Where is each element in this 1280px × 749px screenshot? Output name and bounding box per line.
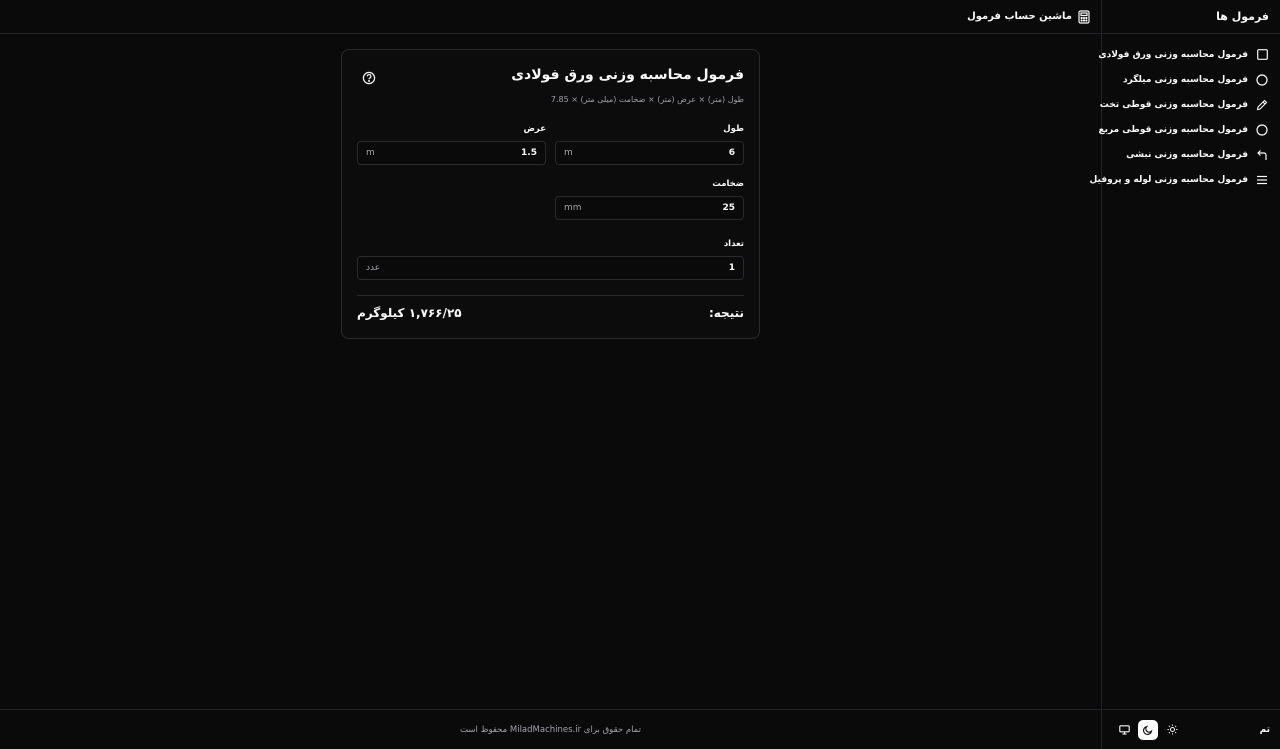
- theme-dark-button[interactable]: [1138, 719, 1158, 740]
- page-footer: تمام حقوق برای MiladMachines.ir محفوظ اس…: [0, 709, 1101, 749]
- calculator-icon: [1078, 9, 1090, 24]
- sidebar-item-square-box[interactable]: فرمول محاسبه وزنی قوطی مربع: [1098, 117, 1280, 142]
- theme-switch: [1114, 719, 1182, 740]
- sidebar-item-pipe-profile[interactable]: فرمول محاسبه وزنی لوله و پروفیل: [1090, 167, 1280, 192]
- result-divider: [357, 295, 744, 296]
- theme-label: تم: [1259, 724, 1270, 735]
- thickness-unit: mm: [564, 203, 582, 213]
- length-label: طول: [723, 124, 744, 134]
- count-unit: عدد: [366, 263, 381, 273]
- formula-subtitle: طول (متر) × عرض (متر) × ضخامت (میلی متر)…: [550, 95, 744, 104]
- calculator-card: فرمول محاسبه وزنی ورق فولادی طول (متر) ×…: [341, 49, 760, 339]
- sidebar-item-label: فرمول محاسبه وزنی نبشی: [1126, 149, 1248, 160]
- square-icon: [1256, 49, 1268, 61]
- sidebar-footer: تم: [1102, 709, 1280, 749]
- sidebar-title: فرمول ها: [1102, 0, 1280, 34]
- width-label: عرض: [523, 124, 546, 134]
- monitor-icon: [1118, 724, 1130, 735]
- sidebar-item-label: فرمول محاسبه وزنی ورق فولادی: [1098, 49, 1248, 60]
- pen-icon: [1256, 99, 1268, 111]
- moon-icon: [1143, 725, 1153, 735]
- sidebar-item-angle[interactable]: فرمول محاسبه وزنی نبشی: [1102, 142, 1280, 167]
- menu-lines-icon: [1256, 174, 1268, 186]
- thickness-input[interactable]: 25 mm: [555, 196, 744, 220]
- sidebar: فرمول ها فرمول محاسبه وزنی ورق فولادی فر…: [1090, 0, 1280, 749]
- sidebar-item-label: فرمول محاسبه وزنی قوطی مربع: [1098, 124, 1248, 135]
- top-header: ماشین حساب فرمول: [0, 0, 1101, 34]
- count-label: تعداد: [723, 239, 744, 249]
- width-input[interactable]: 1.5 m: [357, 141, 546, 165]
- width-unit: m: [366, 148, 375, 158]
- length-input[interactable]: 6 m: [555, 141, 744, 165]
- app-title: ماشین حساب فرمول: [967, 11, 1072, 22]
- sun-icon: [1167, 724, 1178, 735]
- length-value: 6: [728, 148, 735, 158]
- thickness-label: ضخامت: [712, 179, 744, 189]
- sidebar-item-flat-box[interactable]: فرمول محاسبه وزنی قوطی تخت: [1099, 92, 1280, 117]
- help-icon[interactable]: [362, 70, 376, 85]
- count-value: 1: [728, 263, 735, 273]
- corner-arrow-icon: [1256, 149, 1268, 161]
- theme-system-button[interactable]: [1114, 720, 1134, 740]
- sidebar-item-label: فرمول محاسبه وزنی میلگرد: [1123, 74, 1248, 85]
- width-value: 1.5: [521, 148, 537, 158]
- app-root: ماشین حساب فرمول فرمول ها فرمول محاسبه و…: [0, 0, 1280, 749]
- sidebar-item-label: فرمول محاسبه وزنی قوطی تخت: [1099, 99, 1248, 110]
- copyright-text: تمام حقوق برای MiladMachines.ir محفوظ اس…: [460, 724, 641, 735]
- theme-light-button[interactable]: [1162, 720, 1182, 740]
- thickness-value: 25: [722, 203, 735, 213]
- sidebar-item-rebar[interactable]: فرمول محاسبه وزنی میلگرد: [1102, 67, 1280, 92]
- circle-icon: [1256, 73, 1268, 86]
- sidebar-nav: فرمول محاسبه وزنی ورق فولادی فرمول محاسب…: [1090, 34, 1280, 192]
- count-input[interactable]: 1 عدد: [357, 256, 744, 280]
- circle-icon: [1256, 123, 1268, 136]
- sidebar-item-steel-sheet[interactable]: فرمول محاسبه وزنی ورق فولادی: [1098, 42, 1280, 67]
- result-label: نتیجه:: [708, 306, 744, 320]
- card-title: فرمول محاسبه وزنی ورق فولادی: [511, 67, 744, 83]
- length-unit: m: [564, 148, 573, 158]
- result-value: ۱,۷۶۶/۲۵ کیلوگرم: [357, 306, 462, 320]
- sidebar-item-label: فرمول محاسبه وزنی لوله و پروفیل: [1089, 174, 1249, 185]
